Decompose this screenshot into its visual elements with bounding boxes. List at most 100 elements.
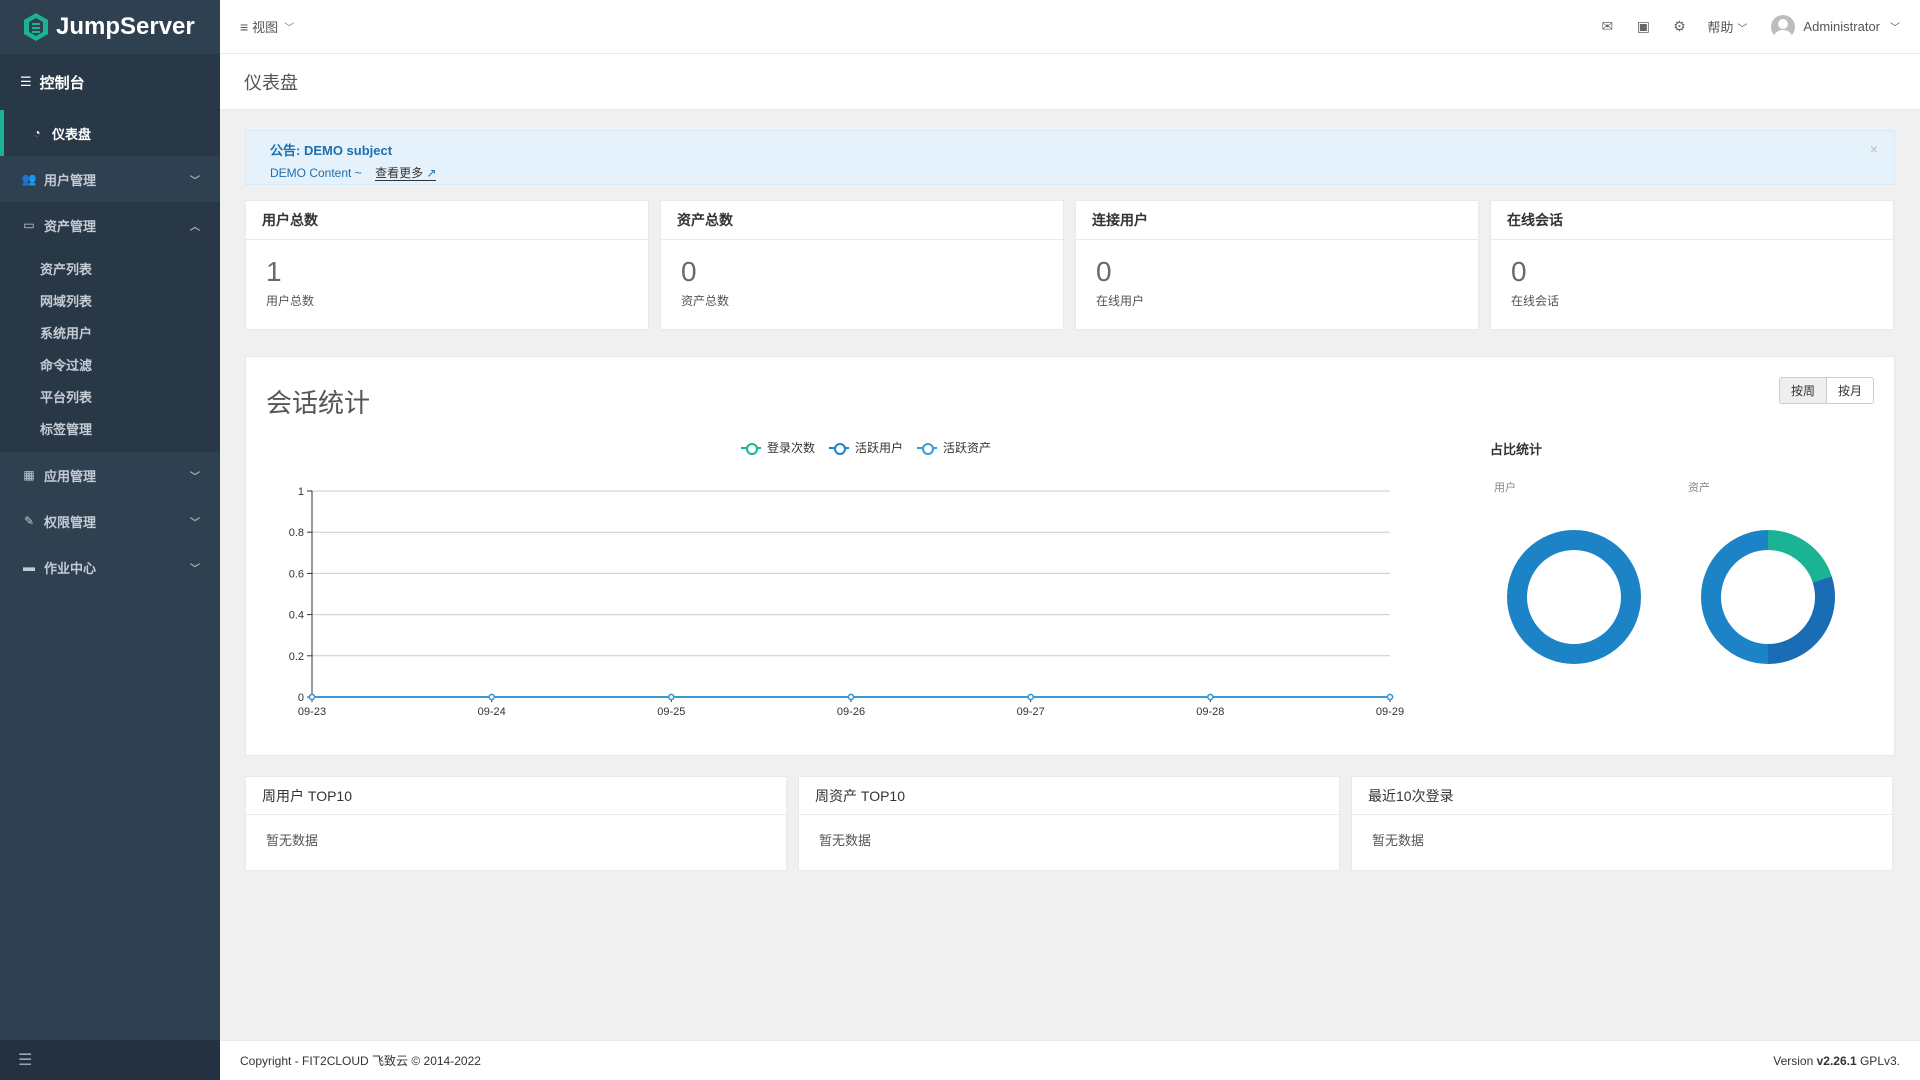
- sidebar-subitem-command-filters[interactable]: 命令过滤: [0, 348, 220, 380]
- help-menu[interactable]: 帮助 ﹀: [1707, 17, 1747, 36]
- x-tick-label: 09-27: [1017, 706, 1045, 718]
- sidebar-subitem-domain-list[interactable]: 网域列表: [0, 284, 220, 316]
- close-icon[interactable]: ×: [1870, 141, 1878, 157]
- y-tick-label: 0.4: [289, 610, 304, 622]
- legend-item-logins[interactable]: 登录次数: [741, 439, 815, 456]
- chevron-down-icon: ﹀: [190, 563, 200, 575]
- donut-asset-label: 资产: [1688, 482, 1710, 494]
- session-stats-title: 会话统计: [266, 388, 371, 418]
- grid-icon: ▦: [23, 468, 35, 482]
- view-menu-button[interactable]: ≡ 视图 ﹀: [240, 17, 294, 36]
- dashboard-icon: ◔: [33, 126, 41, 140]
- range-toggle: 按周 按月: [1778, 377, 1874, 404]
- hamburger-icon: ≡: [240, 18, 249, 35]
- card-subtitle: 资产总数: [681, 294, 730, 308]
- card-subtitle: 在线会话: [1511, 294, 1560, 308]
- user-menu[interactable]: Administrator ﹀: [1771, 14, 1900, 39]
- version-text: Version v2.26.1 GPLv3.: [1773, 1054, 1900, 1068]
- card-title: 在线会话: [1491, 201, 1893, 240]
- assets-donut-chart: [1701, 530, 1835, 664]
- y-tick-label: 0.6: [289, 568, 304, 580]
- series-point: [308, 693, 316, 701]
- avatar: [1771, 14, 1796, 39]
- announcement-content: DEMO Content ~: [270, 166, 362, 180]
- series-point: [1386, 693, 1394, 701]
- sidebar-item-label: 用户管理: [44, 172, 97, 188]
- empty-state: 暂无数据: [266, 833, 319, 848]
- sidebar-subitem-asset-list[interactable]: 资产列表: [0, 252, 220, 284]
- sidebar-item-label: 仪表盘: [52, 126, 92, 142]
- card-value: 0: [1096, 256, 1112, 287]
- y-tick-label: 0.2: [289, 651, 304, 663]
- gear-icon[interactable]: ⚙: [1671, 18, 1687, 35]
- sidebar-item-assets[interactable]: ▭ 资产管理 ︿: [0, 202, 220, 248]
- users-icon: 👥: [21, 172, 37, 186]
- version-number: v2.26.1: [1816, 1053, 1857, 1068]
- logo[interactable]: JumpServer: [0, 0, 220, 54]
- announcement-banner: 公告: DEMO subject DEMO Content ~ 查看更多 ↗ ×: [245, 130, 1895, 185]
- sidebar-subitem-system-users[interactable]: 系统用户: [0, 316, 220, 348]
- user-name: Administrator: [1803, 19, 1880, 34]
- sidebar-item-dashboard[interactable]: ◔ 仪表盘: [0, 110, 220, 156]
- sidebar-item-jobs[interactable]: ▬ 作业中心 ﹀: [0, 544, 220, 590]
- empty-state: 暂无数据: [819, 833, 872, 848]
- card-subtitle: 在线用户: [1096, 294, 1145, 308]
- card-value: 1: [266, 256, 282, 287]
- range-month-button[interactable]: 按月: [1826, 378, 1873, 403]
- users-donut-chart: [1507, 530, 1641, 664]
- console-menu[interactable]: ☰ 控制台: [0, 54, 220, 110]
- sidebar-item-label: 作业中心: [44, 560, 97, 576]
- donut-slice: [1507, 530, 1641, 664]
- card-value: 0: [681, 256, 697, 287]
- range-week-button[interactable]: 按周: [1779, 378, 1827, 403]
- sidebar-item-permissions[interactable]: ✎ 权限管理 ﹀: [0, 498, 220, 544]
- x-tick-label: 09-26: [837, 706, 865, 718]
- chevron-down-icon: ﹀: [190, 471, 200, 483]
- mail-icon[interactable]: ✉: [1599, 18, 1615, 35]
- legend-label: 活跃资产: [943, 441, 992, 455]
- copyright-text: Copyright - FIT2CLOUD 飞致云 © 2014-2022: [240, 1054, 481, 1068]
- series-point: [1207, 693, 1214, 701]
- panel-title: 周资产 TOP10: [799, 777, 1339, 815]
- announcement-more-link[interactable]: 查看更多 ↗: [375, 166, 437, 181]
- sidebar-collapse-toggle[interactable]: ☰: [0, 1040, 220, 1080]
- collapse-menu-icon: ☰: [18, 1052, 33, 1069]
- donut-slice: [1767, 530, 1832, 583]
- assets-submenu: 资产列表 网域列表 系统用户 命令过滤 平台列表 标签管理: [0, 248, 220, 452]
- y-tick-label: 0: [298, 692, 304, 704]
- legend-marker: [741, 442, 761, 455]
- donut-user-label: 用户: [1494, 482, 1516, 494]
- session-line-chart: 0 0.2 0.4 0.6 0.8 1 09-23 09-24 09-25 09-26 09-27 0…: [289, 486, 1404, 718]
- sidebar-item-label: 资产管理: [44, 218, 97, 234]
- series-point: [488, 693, 495, 701]
- y-tick-label: 1: [298, 486, 304, 498]
- license-text: GPLv3.: [1856, 1053, 1900, 1068]
- series-point: [847, 693, 855, 701]
- topbar: ≡ 视图 ﹀ ✉ ▣ ⚙ 帮助 ﹀ Administrator ﹀: [220, 0, 1920, 54]
- sidebar-item-applications[interactable]: ▦ 应用管理 ﹀: [0, 452, 220, 498]
- panel-recent-logins: 最近10次登录 暂无数据: [1351, 776, 1893, 871]
- sidebar-item-label: 权限管理: [44, 514, 97, 530]
- legend-item-active-assets[interactable]: 活跃资产: [917, 439, 991, 456]
- panel-weekly-top-assets: 周资产 TOP10 暂无数据: [798, 776, 1340, 871]
- footer: Copyright - FIT2CLOUD 飞致云 © 2014-2022 Ve…: [220, 1040, 1920, 1080]
- sidebar-item-users[interactable]: 👥 用户管理 ﹀: [0, 156, 220, 202]
- legend-item-active-users[interactable]: 活跃用户: [829, 439, 903, 456]
- series-point: [668, 693, 675, 701]
- card-subtitle: 用户总数: [266, 294, 315, 308]
- chart-legend: 登录次数 活跃用户 活跃资产: [741, 439, 991, 456]
- jumpserver-logo-icon: [24, 13, 48, 41]
- donut-slice: [1767, 576, 1835, 664]
- bottom-panels: 周用户 TOP10 暂无数据 周资产 TOP10 暂无数据 最近10次登录 暂无…: [245, 776, 1895, 871]
- page-title: 仪表盘: [220, 54, 1920, 110]
- sidebar-subitem-platforms[interactable]: 平台列表: [0, 380, 220, 412]
- sidebar-subitem-labels[interactable]: 标签管理: [0, 412, 220, 444]
- summary-cards: 用户总数 1 用户总数 资产总数 0 资产总数 连接用户 0 在线用户 在线会话…: [245, 200, 1895, 330]
- panel-title: 周用户 TOP10: [246, 777, 786, 815]
- y-tick-label: 0.8: [289, 527, 304, 539]
- console-label: 控制台: [39, 74, 85, 92]
- legend-marker: [917, 442, 938, 455]
- sidebar: JumpServer ☰ 控制台 ◔ 仪表盘 👥 用户管理 ﹀ ▭ 资产管理 ︿…: [0, 0, 220, 1080]
- terminal-window-icon[interactable]: ▣: [1635, 18, 1651, 35]
- chevron-down-icon: ﹀: [190, 517, 200, 529]
